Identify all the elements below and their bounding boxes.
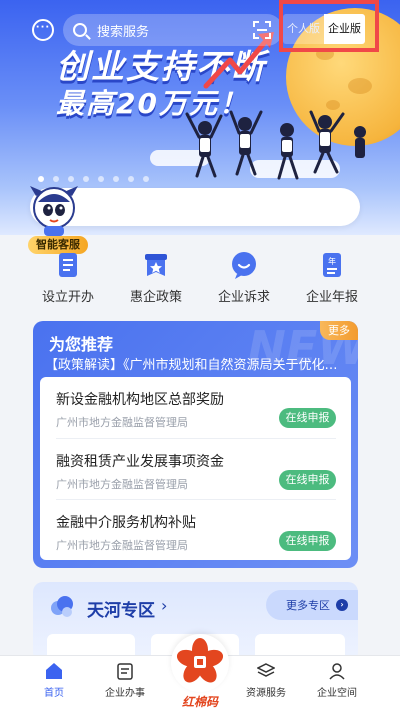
message-icon[interactable]: ··· — [32, 19, 54, 41]
item-org: 广州市地方金融监督管理局 — [56, 478, 188, 491]
policy-star-icon — [145, 254, 167, 276]
recommend-list: 新设金融机构地区总部奖励 广州市地方金融监督管理局 在线申报 融资租赁产业发展事… — [40, 377, 351, 560]
tianhe-logo-icon — [51, 596, 73, 617]
list-item[interactable]: 新设金融机构地区总部奖励 广州市地方金融监督管理局 在线申报 — [56, 377, 336, 437]
clipboard-icon — [117, 663, 133, 680]
chat-bubble-icon — [232, 252, 256, 279]
highlight-box-annotation — [279, 0, 379, 52]
list-item[interactable]: 金融中介服务机构补贴 广州市地方金融监督管理局 在线申报 — [56, 499, 336, 559]
recommend-title: 为您推荐 — [49, 335, 114, 354]
assistant-mascot-icon[interactable] — [26, 182, 82, 238]
recommend-section: NEW 为您推荐 更多 【政策解读】《广州市规划和自然资源局关于优化… 新设金融… — [33, 321, 358, 568]
item-org: 广州市地方金融监督管理局 — [56, 539, 188, 552]
user-icon — [329, 663, 345, 680]
tab-affairs[interactable]: 企业办事 — [90, 662, 160, 699]
annual-report-icon: 年 — [323, 253, 341, 277]
tab-label: 企业办事 — [105, 688, 145, 699]
item-name: 融资租赁产业发展事项资金 — [56, 454, 224, 470]
chevron-right-icon: › — [161, 596, 168, 615]
search-icon — [73, 23, 87, 37]
document-icon — [59, 253, 77, 277]
quick-nav-label: 设立开办 — [41, 290, 94, 305]
apply-online-button[interactable]: 在线申报 — [279, 408, 336, 428]
tianhe-title: 天河专区 — [87, 601, 155, 621]
list-item[interactable]: 融资租赁产业发展事项资金 广州市地方金融监督管理局 在线申报 — [56, 438, 336, 498]
apply-online-button[interactable]: 在线申报 — [279, 470, 336, 490]
recommend-more-button[interactable]: 更多 — [320, 321, 358, 340]
tab-label: 资源服务 — [246, 688, 286, 699]
svg-text:年: 年 — [328, 256, 336, 266]
tab-hongmian-code[interactable] — [171, 634, 229, 692]
tab-resources[interactable]: 资源服务 — [231, 662, 301, 699]
quick-nav-appeal[interactable]: 企业诉求 — [204, 250, 284, 310]
carousel-dot[interactable] — [143, 176, 149, 182]
quick-nav-annual-report[interactable]: 年 企业年报 — [292, 250, 372, 310]
policy-ticker[interactable]: 【政策解读】《广州市规划和自然资源局关于优化… — [45, 354, 350, 373]
tab-label[interactable]: 红棉码 — [171, 693, 229, 710]
quick-nav-label: 惠企政策 — [129, 290, 182, 305]
quick-nav-policy[interactable]: 惠企政策 — [116, 250, 196, 310]
bottom-tab-bar: 首页 企业办事 红棉码 资源服务 企业空间 — [0, 634, 400, 714]
carousel-dot[interactable] — [113, 176, 119, 182]
carousel-dot[interactable] — [128, 176, 134, 182]
kapok-flower-icon — [176, 638, 224, 683]
tab-label: 首页 — [44, 688, 64, 699]
carousel-dot[interactable] — [98, 176, 104, 182]
search-placeholder: 搜索服务 — [97, 24, 150, 40]
scan-icon[interactable] — [253, 21, 271, 39]
search-box[interactable]: 搜索服务 — [63, 14, 283, 46]
tab-home[interactable]: 首页 — [19, 662, 89, 699]
jumping-people-illustration — [185, 110, 366, 180]
quick-nav-label: 企业诉求 — [217, 290, 270, 305]
quick-nav: 设立开办 惠企政策 企业诉求 年 企业年报 — [28, 250, 372, 310]
carousel-dot[interactable] — [83, 176, 89, 182]
layers-icon — [257, 663, 275, 677]
more-zones-button[interactable]: 更多专区 › — [266, 590, 358, 620]
tab-label: 企业空间 — [317, 688, 357, 699]
item-name: 金融中介服务机构补贴 — [56, 515, 196, 531]
item-org: 广州市地方金融监督管理局 — [56, 416, 188, 429]
item-name: 新设金融机构地区总部奖励 — [56, 392, 224, 408]
quick-nav-label: 企业年报 — [305, 290, 358, 305]
quick-nav-setup[interactable]: 设立开办 — [28, 250, 108, 310]
more-zones-label: 更多专区 — [286, 599, 330, 612]
home-icon — [46, 663, 62, 679]
app-screen: 创业支持不断 最高20万元！ ··· 搜索服务 个人版 企业版 智能客服 设立开… — [0, 0, 400, 714]
tab-space[interactable]: 企业空间 — [302, 662, 372, 699]
apply-online-button[interactable]: 在线申报 — [279, 531, 336, 551]
arrow-right-icon: › — [336, 599, 348, 611]
